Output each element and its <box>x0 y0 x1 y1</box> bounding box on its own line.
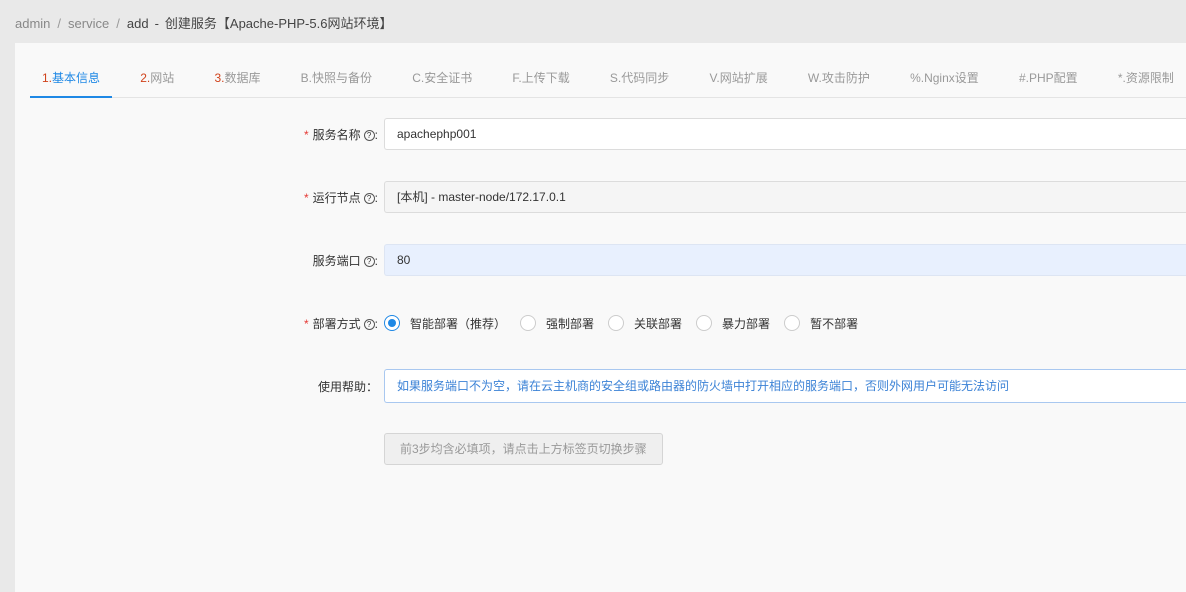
deploy-option-label: 暴力部署 <box>722 316 771 331</box>
tab-10[interactable]: %.Nginx设置 <box>898 58 991 97</box>
tab-label: V.网站扩展 <box>709 71 768 85</box>
deploy-row: * 部署方式?: 智能部署（推荐） 强制部署 关联部署 暴力部署 暂不部署 <box>15 307 1186 339</box>
submit-row: 前3步均含必填项，请点击上方标签页切换步骤 <box>15 433 1186 465</box>
breadcrumb-admin[interactable]: admin <box>15 16 50 31</box>
port-input[interactable]: 80 <box>384 244 1186 276</box>
breadcrumb-service[interactable]: service <box>68 16 109 31</box>
node-label: * 运行节点?: <box>303 190 378 205</box>
service-name-input[interactable]: apachephp001 <box>384 118 1186 150</box>
tab-label: F.上传下载 <box>512 71 570 85</box>
tab-6[interactable]: F.上传下载 <box>500 58 581 97</box>
tab-8[interactable]: V.网站扩展 <box>697 58 779 97</box>
deploy-label: * 部署方式?: <box>303 316 378 331</box>
radio-icon[interactable] <box>384 315 400 331</box>
deploy-option-3[interactable]: 关联部署 <box>608 315 682 332</box>
help-label: 使用帮助： <box>317 379 378 394</box>
port-row: 服务端口?: 80 <box>15 244 1186 276</box>
tab-label: %.Nginx设置 <box>910 71 979 85</box>
tab-2[interactable]: 2.网站 <box>128 58 186 97</box>
help-icon[interactable]: ? <box>363 129 375 141</box>
help-icon[interactable]: ? <box>363 192 375 204</box>
help-icon[interactable]: ? <box>363 255 375 267</box>
deploy-option-label: 智能部署（推荐） <box>410 316 507 331</box>
help-row: 使用帮助： 如果服务端口不为空，请在云主机商的安全组或路由器的防火墙中打开相应的… <box>15 369 1186 403</box>
tab-11[interactable]: #.PHP配置 <box>1007 58 1090 97</box>
breadcrumb-add: add <box>126 16 149 31</box>
deploy-option-label: 关联部署 <box>634 316 683 331</box>
tab-label: #.PHP配置 <box>1018 71 1078 85</box>
tab-label: S.代码同步 <box>609 71 670 85</box>
tab-4[interactable]: B.快照与备份 <box>289 58 384 97</box>
tab-label: B.快照与备份 <box>300 71 372 85</box>
tab-1[interactable]: 1.基本信息 <box>30 58 113 98</box>
deploy-option-label: 暂不部署 <box>810 316 859 331</box>
deploy-option-label: 强制部署 <box>546 316 595 331</box>
tab-label: W.攻击防护 <box>807 71 870 85</box>
tab-label: 基本信息 <box>52 71 101 85</box>
deploy-option-5[interactable]: 暂不部署 <box>784 315 858 332</box>
radio-icon[interactable] <box>520 315 537 331</box>
help-icon[interactable]: ? <box>363 318 375 330</box>
tab-step-number: 1. <box>42 71 53 85</box>
service-name-row: * 服务名称?: apachephp001 <box>15 118 1186 150</box>
tab-label: C.安全证书 <box>412 71 473 85</box>
tab-label: 网站 <box>150 71 175 85</box>
deploy-option-2[interactable]: 强制部署 <box>520 315 594 332</box>
tab-step-number: 2. <box>140 71 151 85</box>
radio-icon[interactable] <box>696 315 713 331</box>
tab-bar: 1.基本信息 2.网站 3.数据库 B.快照与备份 C.安全证书 F.上传下载 S.代码同步… <box>30 58 1186 98</box>
port-label: 服务端口?: <box>312 253 378 268</box>
radio-icon[interactable] <box>608 315 625 331</box>
breadcrumb-dash: - <box>154 16 159 31</box>
node-row: * 运行节点?: [本机] - master-node/172.17.0.1 <box>15 181 1186 213</box>
tab-9[interactable]: W.攻击防护 <box>796 58 882 97</box>
tab-label: *.资源限制 <box>1117 71 1174 85</box>
tab-step-number: 3. <box>214 71 225 85</box>
help-text: 如果服务端口不为空，请在云主机商的安全组或路由器的防火墙中打开相应的服务端口，否… <box>384 369 1186 403</box>
page-title: 创建服务【Apache-PHP-5.6网站环境】 <box>164 16 393 31</box>
deploy-option-1[interactable]: 智能部署（推荐） <box>384 315 506 332</box>
service-name-label: * 服务名称?: <box>303 127 378 142</box>
tab-12[interactable]: *.资源限制 <box>1106 58 1186 97</box>
breadcrumb-separator: / <box>116 16 120 31</box>
submit-button[interactable]: 前3步均含必填项，请点击上方标签页切换步骤 <box>384 433 663 465</box>
tab-5[interactable]: C.安全证书 <box>400 58 484 97</box>
deploy-option-4[interactable]: 暴力部署 <box>696 315 770 332</box>
tab-3[interactable]: 3.数据库 <box>202 58 272 97</box>
node-select[interactable]: [本机] - master-node/172.17.0.1 <box>384 181 1186 213</box>
breadcrumb: admin / service / add - 创建服务【Apache-PHP-5.6网站环… <box>15 13 392 32</box>
tab-7[interactable]: S.代码同步 <box>598 58 681 97</box>
breadcrumb-separator: / <box>57 16 62 31</box>
tab-label: 数据库 <box>224 71 261 85</box>
deploy-radio-group: 智能部署（推荐） 强制部署 关联部署 暴力部署 暂不部署 <box>384 315 872 332</box>
form-card: 1.基本信息 2.网站 3.数据库 B.快照与备份 C.安全证书 F.上传下载 S.代码同步… <box>15 43 1186 592</box>
radio-icon[interactable] <box>784 315 801 331</box>
